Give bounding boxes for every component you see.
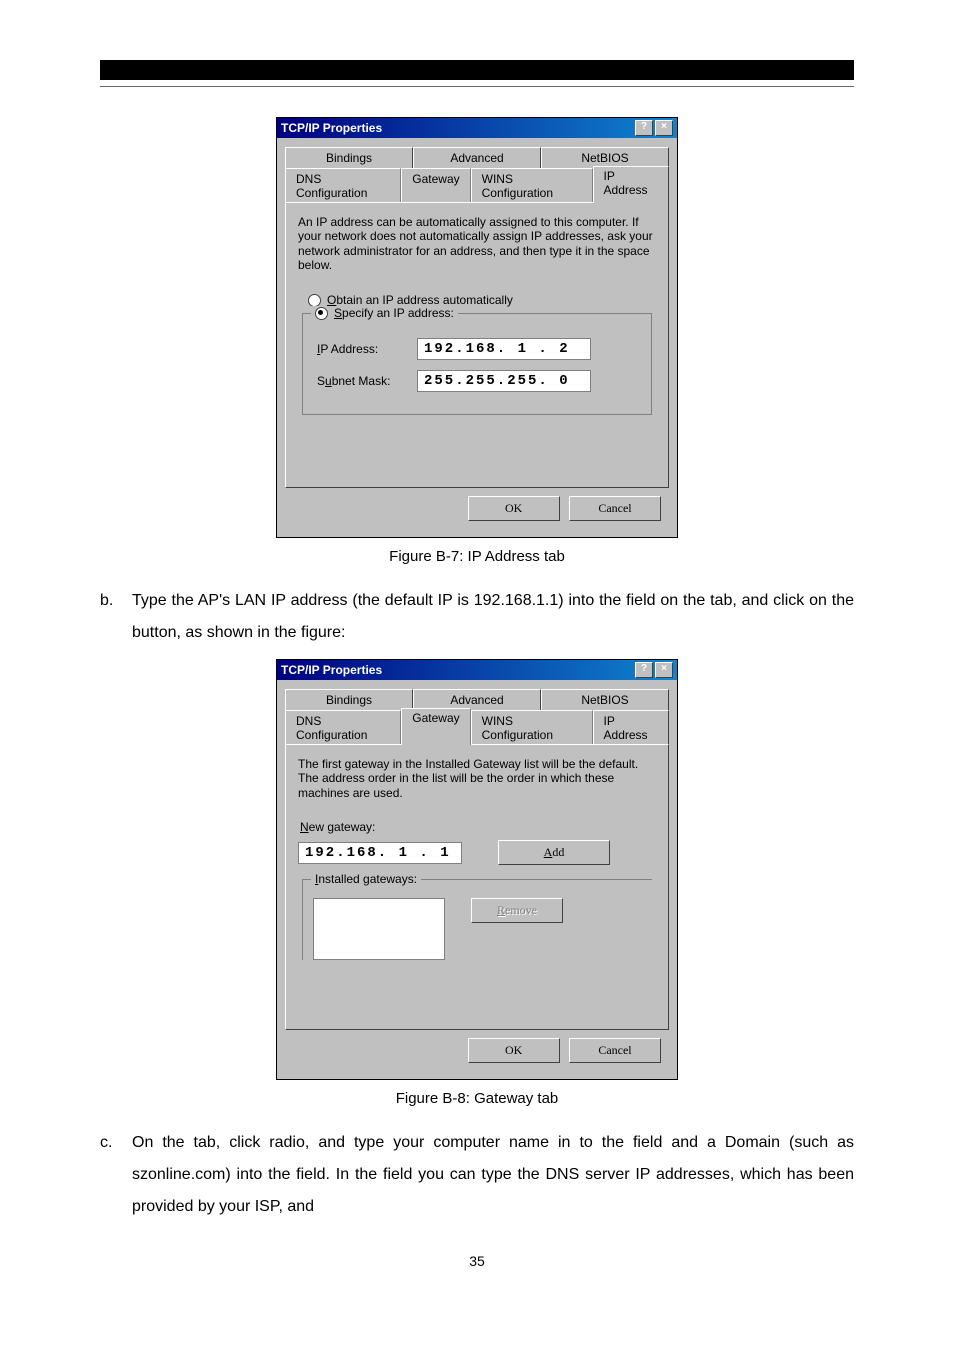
- new-gateway-label: New gateway:: [300, 820, 654, 834]
- radio-specify-ip[interactable]: Specify an IP address:: [311, 306, 458, 320]
- tab-netbios[interactable]: NetBIOS: [541, 689, 669, 710]
- tab-gateway[interactable]: Gateway: [401, 708, 470, 745]
- tcpip-properties-dialog-ip: TCP/IP Properties ? × Bindings Advanced …: [276, 117, 678, 538]
- tab-bindings[interactable]: Bindings: [285, 147, 413, 168]
- ok-button[interactable]: OK: [468, 1038, 560, 1063]
- ok-button[interactable]: OK: [468, 496, 560, 521]
- tcpip-properties-dialog-gateway: TCP/IP Properties ? × Bindings Advanced …: [276, 659, 678, 1080]
- tab-ip-address[interactable]: IP Address: [593, 710, 669, 745]
- divider: [100, 86, 854, 87]
- subnet-mask-label: Subnet Mask:: [317, 374, 417, 388]
- paragraph-c: c. On the tab, click radio, and type you…: [100, 1127, 854, 1223]
- installed-gateways-list[interactable]: [313, 898, 445, 960]
- tab-wins-config[interactable]: WINS Configuration: [471, 168, 593, 203]
- list-letter-b: b.: [100, 585, 132, 649]
- paragraph-b: b. Type the AP's LAN IP address (the def…: [100, 585, 854, 649]
- close-button[interactable]: ×: [655, 120, 673, 136]
- tab-dns-config[interactable]: DNS Configuration: [285, 710, 401, 745]
- explain-text: The first gateway in the Installed Gatew…: [298, 757, 656, 800]
- tab-dns-config[interactable]: DNS Configuration: [285, 168, 401, 203]
- tab-wins-config[interactable]: WINS Configuration: [471, 710, 593, 745]
- tab-ip-address[interactable]: IP Address: [593, 166, 669, 203]
- new-gateway-input[interactable]: 192.168. 1 . 1: [298, 842, 462, 864]
- radio-obtain-auto[interactable]: Obtain an IP address automatically: [308, 293, 646, 307]
- page-number: 35: [100, 1253, 854, 1269]
- header-black-bar: [100, 60, 854, 80]
- remove-button[interactable]: Remove: [471, 898, 563, 923]
- specify-ip-group: Specify an IP address: IP Address: 192.1…: [302, 313, 652, 415]
- cancel-button[interactable]: Cancel: [569, 496, 661, 521]
- close-button[interactable]: ×: [655, 662, 673, 678]
- dialog-title: TCP/IP Properties: [281, 663, 382, 677]
- dialog-title: TCP/IP Properties: [281, 121, 382, 135]
- figure-caption-b7: Figure B-7: IP Address tab: [100, 548, 854, 565]
- figure-caption-b8: Figure B-8: Gateway tab: [100, 1090, 854, 1107]
- ip-address-input[interactable]: 192.168. 1 . 2: [417, 338, 591, 360]
- tab-advanced[interactable]: Advanced: [413, 689, 541, 710]
- subnet-mask-input[interactable]: 255.255.255. 0: [417, 370, 591, 392]
- ip-address-label: IP Address:: [317, 342, 417, 356]
- explain-text: An IP address can be automatically assig…: [298, 215, 656, 273]
- cancel-button[interactable]: Cancel: [569, 1038, 661, 1063]
- radio-icon: [315, 307, 328, 320]
- title-bar: TCP/IP Properties ? ×: [277, 118, 677, 138]
- tab-gateway[interactable]: Gateway: [401, 168, 470, 203]
- installed-gateways-label: Installed gateways:: [311, 872, 421, 886]
- tab-netbios[interactable]: NetBIOS: [541, 147, 669, 168]
- tab-bindings[interactable]: Bindings: [285, 689, 413, 710]
- list-letter-c: c.: [100, 1127, 132, 1223]
- tab-advanced[interactable]: Advanced: [413, 147, 541, 168]
- help-button[interactable]: ?: [635, 120, 653, 136]
- title-bar: TCP/IP Properties ? ×: [277, 660, 677, 680]
- help-button[interactable]: ?: [635, 662, 653, 678]
- add-button[interactable]: Add: [498, 840, 610, 865]
